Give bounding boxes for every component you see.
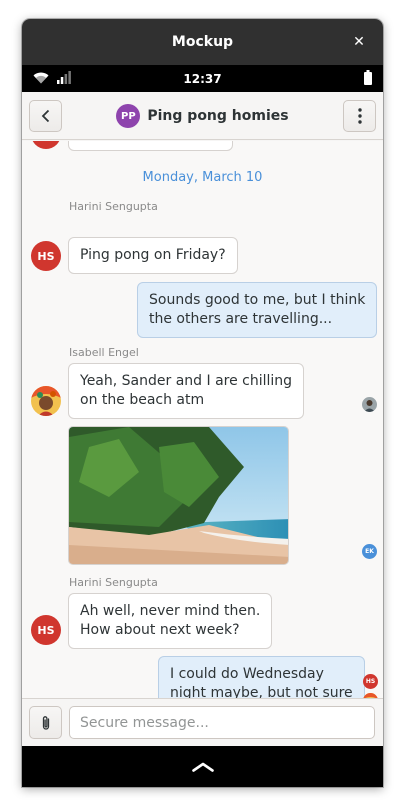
message-bubble[interactable]: Yeah, Sander and I are chilling on the b… <box>68 363 305 419</box>
read-receipt-avatar: HS <box>363 674 378 689</box>
avatar: HS <box>31 615 61 645</box>
message-text: night maybe, but not sure <box>170 685 353 698</box>
message-bubble[interactable]: Sounds good to me, but I think the other… <box>137 282 378 338</box>
message-text: Ping pong on Friday? <box>80 247 226 263</box>
sender-name: Isabell Engel <box>69 346 139 359</box>
window-titlebar: Mockup ✕ <box>22 19 383 65</box>
menu-button[interactable] <box>343 100 376 132</box>
window-title: Mockup <box>171 34 234 50</box>
phone-navbar <box>22 746 383 787</box>
battery-icon <box>364 70 372 85</box>
phone-statusbar: 12:37 <box>22 65 383 92</box>
avatar <box>31 386 61 416</box>
message-text: Yeah, Sander and I are chilling <box>80 373 293 389</box>
wifi-icon <box>33 72 49 84</box>
read-receipt-initials: HS <box>365 678 376 685</box>
group-name: Ping pong homies <box>147 108 289 124</box>
message-text: I could do Wednesday <box>170 666 324 682</box>
message-bubble[interactable] <box>68 141 233 151</box>
read-receipt-initials: EK <box>365 548 374 555</box>
paperclip-icon <box>42 715 49 730</box>
message-list[interactable]: Monday, March 10 Harini Sengupta HS Ping… <box>22 141 383 698</box>
read-receipt-avatar: EK <box>362 544 377 559</box>
beach-image <box>69 427 288 564</box>
expand-button[interactable] <box>183 752 223 782</box>
message-bubble[interactable]: Ah well, never mind then. How about next… <box>68 593 273 649</box>
clock-time: 12:37 <box>183 71 222 86</box>
message-bubble[interactable]: Ping pong on Friday? <box>68 237 238 274</box>
avatar-isabell-image <box>31 386 61 416</box>
group-avatar: PP <box>116 104 141 128</box>
shared-photo[interactable] <box>68 426 289 565</box>
sender-name: Harini Sengupta <box>69 576 158 589</box>
message-text: Sounds good to me, but I think <box>149 292 366 308</box>
avatar <box>31 141 61 149</box>
message-text: How about next week? <box>80 622 240 638</box>
message-composer <box>22 698 383 746</box>
signal-strength-icon <box>57 71 71 84</box>
avatar-sander-image <box>362 397 377 412</box>
date-separator: Monday, March 10 <box>142 170 263 185</box>
message-input[interactable] <box>69 706 375 739</box>
read-receipt-avatar <box>362 397 377 412</box>
avatar: HS <box>31 241 61 271</box>
close-button[interactable]: ✕ <box>349 32 369 52</box>
sender-name: Harini Sengupta <box>69 200 158 213</box>
message-text: Ah well, never mind then. <box>80 603 261 619</box>
chat-title: PP Ping pong homies <box>22 92 383 140</box>
close-icon: ✕ <box>353 34 365 50</box>
message-bubble[interactable]: I could do Wednesday night maybe, but no… <box>158 656 365 698</box>
kebab-menu-icon <box>357 108 362 124</box>
message-text: on the beach atm <box>80 392 205 408</box>
attach-button[interactable] <box>29 706 62 739</box>
message-text: the others are travelling... <box>149 311 333 327</box>
chat-headerbar: PP Ping pong homies <box>22 92 383 140</box>
app-window: Mockup ✕ 12:37 PP Ping pong homies Monda… <box>22 19 383 787</box>
chevron-up-icon <box>191 762 214 772</box>
